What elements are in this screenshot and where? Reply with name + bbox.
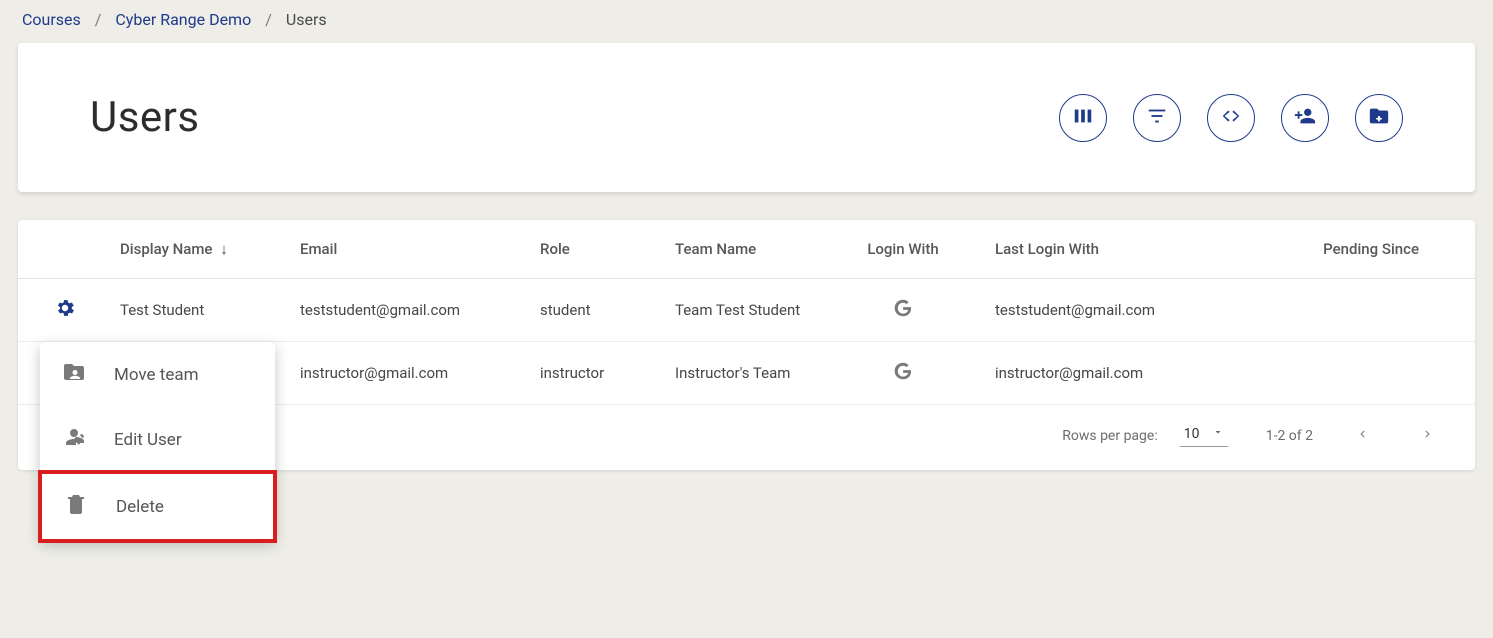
breadcrumb-separator: / — [95, 10, 102, 29]
edit-user-icon — [62, 425, 86, 454]
cell-role: student — [528, 279, 663, 342]
chevron-right-icon — [1421, 429, 1435, 444]
breadcrumb-current: Users — [286, 10, 327, 29]
google-icon — [892, 305, 914, 323]
dropdown-arrow-icon — [1212, 426, 1224, 442]
code-button[interactable] — [1207, 94, 1255, 142]
breadcrumb-separator: / — [265, 10, 272, 29]
cell-pending-since — [1293, 342, 1475, 405]
prev-page-button[interactable] — [1351, 423, 1373, 448]
rows-per-page-value: 10 — [1184, 426, 1200, 442]
col-header-email[interactable]: Email — [288, 220, 528, 279]
cell-email: instructor@gmail.com — [288, 342, 528, 405]
add-folder-button[interactable] — [1355, 94, 1403, 142]
cell-email: teststudent@gmail.com — [288, 279, 528, 342]
cell-role: instructor — [528, 342, 663, 405]
table-row: Test Studentteststudent@gmail.comstudent… — [18, 279, 1475, 342]
rows-per-page-select[interactable]: 10 — [1180, 424, 1228, 447]
menu-item-delete[interactable]: Delete — [38, 470, 277, 543]
breadcrumb: Courses / Cyber Range Demo / Users — [0, 0, 1493, 43]
rows-per-page: Rows per page: 10 — [1062, 424, 1227, 447]
col-header-label: Display Name — [120, 240, 212, 258]
person-add-icon — [1294, 105, 1316, 130]
col-header-role[interactable]: Role — [528, 220, 663, 279]
menu-item-label: Delete — [116, 497, 164, 517]
cell-login-with — [823, 279, 983, 342]
cell-team-name: Instructor's Team — [663, 342, 823, 405]
menu-item-label: Edit User — [114, 430, 182, 450]
next-page-button[interactable] — [1417, 423, 1439, 448]
cell-display-name: Test Student — [108, 279, 288, 342]
chevron-left-icon — [1355, 429, 1369, 444]
cell-last-login-with: teststudent@gmail.com — [983, 279, 1293, 342]
toolbar — [1059, 94, 1403, 142]
table-header-row: Display Name ↓ Email Role Team Name Logi… — [18, 220, 1475, 279]
page-header-card: Users — [18, 43, 1475, 192]
page-nav — [1351, 423, 1439, 448]
rows-per-page-label: Rows per page: — [1062, 428, 1157, 444]
menu-item-label: Move team — [114, 365, 199, 385]
cell-pending-since — [1293, 279, 1475, 342]
filter-button[interactable] — [1133, 94, 1181, 142]
add-user-button[interactable] — [1281, 94, 1329, 142]
breadcrumb-link-course[interactable]: Cyber Range Demo — [115, 10, 251, 29]
col-header-display-name[interactable]: Display Name ↓ — [108, 220, 288, 279]
cell-team-name: Team Test Student — [663, 279, 823, 342]
breadcrumb-link-courses[interactable]: Courses — [22, 10, 81, 29]
row-gear-icon[interactable] — [54, 305, 76, 323]
pagination-range: 1-2 of 2 — [1266, 428, 1313, 444]
row-context-menu: Move team Edit User Delete — [40, 342, 275, 541]
cell-login-with — [823, 342, 983, 405]
col-header-login-with[interactable]: Login With — [823, 220, 983, 279]
col-header-team-name[interactable]: Team Name — [663, 220, 823, 279]
google-icon — [892, 368, 914, 386]
users-table-card: Display Name ↓ Email Role Team Name Logi… — [18, 220, 1475, 470]
delete-icon — [64, 492, 88, 521]
col-header-last-login[interactable]: Last Login With — [983, 220, 1293, 279]
columns-icon — [1072, 105, 1094, 130]
sort-arrow-down-icon: ↓ — [220, 240, 228, 258]
menu-item-move-team[interactable]: Move team — [40, 342, 275, 407]
move-team-icon — [62, 360, 86, 389]
filter-icon — [1146, 105, 1168, 130]
folder-add-icon — [1368, 105, 1390, 130]
menu-item-edit-user[interactable]: Edit User — [40, 407, 275, 472]
col-header-pending[interactable]: Pending Since — [1293, 220, 1475, 279]
page-title: Users — [90, 93, 200, 142]
columns-button[interactable] — [1059, 94, 1107, 142]
code-icon — [1220, 105, 1242, 130]
col-header-actions — [18, 220, 108, 279]
cell-last-login-with: instructor@gmail.com — [983, 342, 1293, 405]
